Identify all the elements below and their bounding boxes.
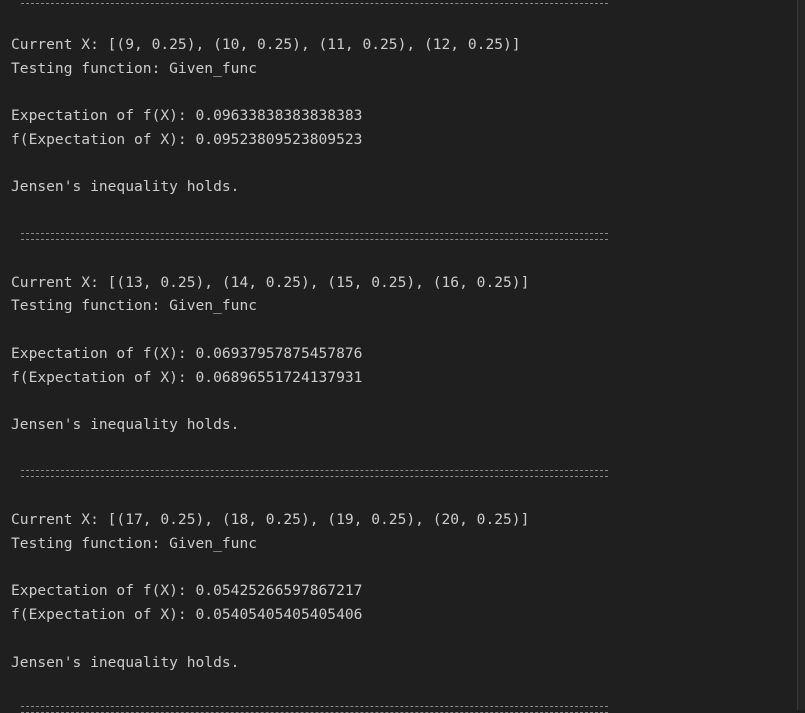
separator-line: [21, 470, 608, 477]
testing-function-line: Testing function: Given_func: [11, 535, 258, 552]
f-of-expectation-line: f(Expectation of X): 0.09523809523809523: [11, 131, 363, 148]
result-line: Jensen's inequality holds.: [11, 178, 240, 195]
current-x-line: Current X: [(13, 0.25), (14, 0.25), (15,…: [11, 274, 530, 291]
result-line: Jensen's inequality holds.: [11, 654, 240, 671]
current-x-line: Current X: [(9, 0.25), (10, 0.25), (11, …: [11, 36, 521, 53]
testing-function-line: Testing function: Given_func: [11, 60, 258, 77]
expectation-of-f-line: Expectation of f(X): 0.09633838383838383: [11, 107, 363, 124]
result-line: Jensen's inequality holds.: [11, 416, 240, 433]
f-of-expectation-line: f(Expectation of X): 0.06896551724137931: [11, 369, 363, 386]
expectation-of-f-line: Expectation of f(X): 0.06937957875457876: [11, 345, 363, 362]
current-x-line: Current X: [(17, 0.25), (18, 0.25), (19,…: [11, 511, 530, 528]
f-of-expectation-line: f(Expectation of X): 0.05405405405405406: [11, 606, 363, 623]
console-output: Current X: [(9, 0.25), (10, 0.25), (11, …: [11, 0, 791, 713]
output-panel: Current X: [(9, 0.25), (10, 0.25), (11, …: [0, 0, 798, 713]
expectation-of-f-line: Expectation of f(X): 0.05425266597867217: [11, 582, 363, 599]
separator-line: [21, 233, 608, 240]
testing-function-line: Testing function: Given_func: [11, 297, 258, 314]
separator-line: [21, 0, 608, 4]
scrollbar-track[interactable]: [798, 0, 805, 710]
